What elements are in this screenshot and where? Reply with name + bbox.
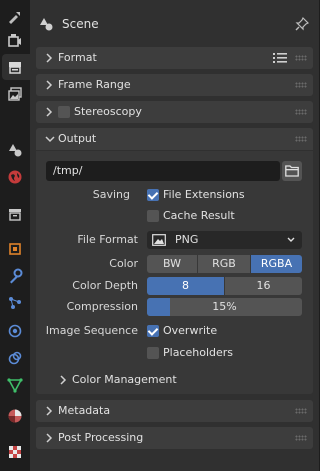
placeholders-checkbox[interactable]: [147, 347, 159, 359]
file-extensions-label[interactable]: File Extensions: [163, 188, 245, 201]
object-icon: [9, 243, 21, 255]
color-depth-option-8[interactable]: 8: [147, 277, 224, 295]
color-option-rgba[interactable]: RGBA: [251, 255, 302, 273]
compression-label: Compression: [66, 300, 138, 313]
drag-grip-icon[interactable]: [295, 109, 307, 115]
chevron-right-icon: [46, 80, 53, 90]
tab-texture[interactable]: [2, 439, 28, 465]
subsection-color-management[interactable]: Color Management: [36, 369, 313, 391]
color-management-label: Color Management: [72, 373, 177, 386]
file-format-label: File Format: [77, 233, 138, 246]
properties-tab-bar: [0, 0, 30, 471]
output-path-value: /tmp/: [53, 164, 83, 177]
properties-panel: Scene Format Frame Range Stereoscopy Out…: [30, 0, 319, 471]
overwrite-checkbox[interactable]: [147, 325, 159, 337]
chevron-right-icon: [46, 433, 53, 443]
file-format-dropdown[interactable]: PNG: [147, 231, 302, 249]
scene-icon: [40, 18, 53, 31]
file-extensions-checkbox[interactable]: [147, 189, 159, 201]
scene-icon: [9, 144, 22, 157]
drag-grip-icon[interactable]: [295, 408, 307, 414]
tab-view-layer[interactable]: [2, 81, 28, 107]
tool-icon: [9, 12, 20, 24]
render-icon: [8, 34, 21, 47]
texture-icon: [9, 446, 21, 458]
compression-slider[interactable]: 15%: [147, 298, 302, 316]
particles-icon: [9, 297, 21, 309]
view-layer-icon: [8, 87, 22, 101]
drag-grip-icon[interactable]: [295, 136, 307, 142]
section-format[interactable]: Format: [36, 47, 313, 69]
section-stereoscopy[interactable]: Stereoscopy: [36, 101, 313, 123]
physics-icon: [8, 324, 22, 338]
section-post-processing[interactable]: Post Processing: [36, 427, 313, 449]
folder-icon: [285, 165, 299, 177]
tab-output[interactable]: [2, 54, 30, 80]
section-output-label: Output: [58, 132, 97, 145]
chevron-down-icon: [45, 136, 55, 143]
chevron-down-icon: [287, 237, 295, 242]
tab-world[interactable]: [2, 164, 28, 190]
chevron-right-icon: [46, 53, 53, 63]
section-format-label: Format: [58, 51, 97, 64]
world-icon: [8, 170, 22, 184]
tab-collection[interactable]: [2, 201, 28, 227]
material-icon: [8, 409, 22, 423]
overwrite-label[interactable]: Overwrite: [163, 324, 217, 337]
output-panel-body: /tmp/ Saving File Extensions Cache Resul…: [36, 151, 313, 394]
section-metadata[interactable]: Metadata: [36, 400, 313, 422]
output-icon: [9, 62, 21, 74]
stereoscopy-checkbox[interactable]: [58, 106, 70, 118]
tab-physics[interactable]: [2, 318, 28, 344]
color-depth-option-16[interactable]: 16: [225, 277, 302, 295]
section-frame-range-label: Frame Range: [58, 78, 131, 91]
tab-constraints[interactable]: [2, 345, 28, 371]
modifier-icon: [10, 268, 23, 284]
chevron-right-icon: [60, 375, 67, 385]
image-sequence-label: Image Sequence: [45, 324, 138, 337]
section-post-processing-label: Post Processing: [58, 431, 144, 444]
tab-data[interactable]: [2, 372, 28, 398]
drag-grip-icon[interactable]: [295, 55, 307, 61]
chevron-right-icon: [46, 107, 53, 117]
constraints-icon: [8, 351, 22, 365]
compression-value: 15%: [212, 300, 237, 313]
tab-object[interactable]: [2, 236, 28, 262]
panel-header: Scene: [30, 0, 319, 40]
section-stereoscopy-label: Stereoscopy: [74, 105, 142, 118]
tab-scene[interactable]: [2, 137, 28, 163]
section-frame-range[interactable]: Frame Range: [36, 74, 313, 96]
section-output[interactable]: Output: [36, 128, 313, 150]
chevron-right-icon: [46, 406, 53, 416]
color-option-rgb[interactable]: RGB: [198, 255, 250, 273]
tab-material[interactable]: [2, 403, 28, 429]
file-format-value: PNG: [175, 233, 199, 246]
color-option-bw[interactable]: BW: [147, 255, 197, 273]
color-depth-label: Color Depth: [72, 279, 138, 292]
scene-name: Scene: [62, 17, 99, 31]
collection-icon: [9, 209, 21, 221]
tab-particles[interactable]: [2, 290, 28, 316]
image-icon: [152, 234, 166, 246]
browse-folder-button[interactable]: [282, 161, 302, 181]
cache-result-checkbox[interactable]: [147, 210, 159, 222]
section-metadata-label: Metadata: [58, 404, 111, 417]
drag-grip-icon[interactable]: [295, 82, 307, 88]
cache-result-label[interactable]: Cache Result: [163, 209, 235, 222]
tab-modifier[interactable]: [2, 263, 28, 289]
tab-render[interactable]: [2, 27, 28, 53]
output-path-input[interactable]: /tmp/: [46, 161, 280, 181]
placeholders-label[interactable]: Placeholders: [163, 346, 233, 359]
color-label: Color: [109, 257, 138, 270]
drag-grip-icon[interactable]: [295, 435, 307, 441]
presets-list-icon[interactable]: [273, 52, 287, 64]
saving-label: Saving: [92, 188, 130, 201]
data-icon: [7, 378, 23, 393]
pin-icon[interactable]: [295, 17, 309, 31]
